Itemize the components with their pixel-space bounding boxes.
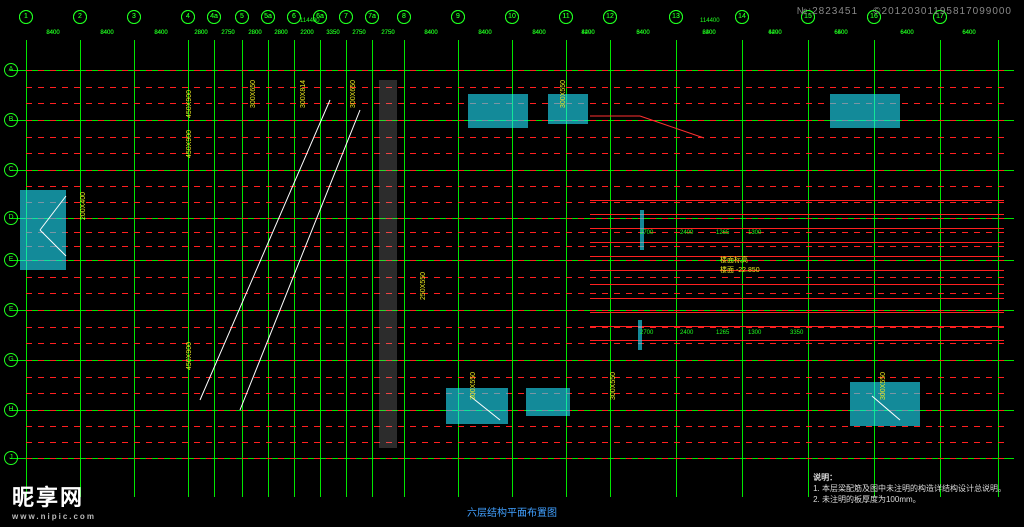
dimension-label: 6400 xyxy=(768,30,781,509)
dimension-label: 3350 xyxy=(326,30,339,509)
notes-heading: 说明： xyxy=(813,472,1006,483)
dimension-mid: 1300 xyxy=(748,330,761,336)
dimension-label: 2800 xyxy=(194,30,207,509)
beam-size-label: 300X550 xyxy=(470,372,477,400)
dimension-label: 6400 xyxy=(636,30,649,509)
beam-size-label: 300X550 xyxy=(880,372,887,400)
dimension-mid: 1265 xyxy=(716,330,729,336)
timestamp-overlay: №:2823451 ©20120301195817099000 xyxy=(797,6,1012,17)
beam-size-label: 300X650 xyxy=(350,80,357,108)
dimension-mid: 2700 xyxy=(640,330,653,336)
cad-floor-plan: 112233444a4a555a5a666a6a777a7a8899101011… xyxy=(0,0,1024,527)
dimension-label: 2800 xyxy=(274,30,287,509)
dimension-mid: 3350 xyxy=(790,330,803,336)
dimension-mid: 1300 xyxy=(748,230,761,236)
beam-size-label: 450X900 xyxy=(186,90,193,118)
timestamp-text: ©20120301195817099000 xyxy=(873,6,1012,17)
dimension-mid: 2400 xyxy=(680,230,693,236)
notes-block: 说明： 1. 本层梁配筋及图中未注明的构造详结构设计总说明。 2. 未注明的板厚… xyxy=(813,472,1006,505)
note-line-2: 2. 未注明的板厚度为100mm。 xyxy=(813,494,1006,505)
dimension-label: 8400 xyxy=(424,30,437,509)
watermark-url: www.nipic.com xyxy=(12,512,96,521)
dimension-label: 6400 xyxy=(962,30,975,509)
dimension-label: 2750 xyxy=(381,30,394,509)
dimension-mid: 2400 xyxy=(680,330,693,336)
dimension-mid: 2700 xyxy=(640,230,653,236)
dimension-label: 8400 xyxy=(581,30,594,509)
beam-size-label: 250X550 xyxy=(420,272,427,300)
dimension-label: 8400 xyxy=(532,30,545,509)
overall-span-dim: 114400 xyxy=(700,18,720,24)
overall-span-dim: 114400 xyxy=(300,18,320,24)
dimension-label: 8400 xyxy=(100,30,113,509)
dimension-mid: 1265 xyxy=(716,230,729,236)
dimension-label: 8400 xyxy=(154,30,167,509)
dimension-label: 2750 xyxy=(221,30,234,509)
dimension-label: 6400 xyxy=(702,30,715,509)
beam-size-label: 300X814 xyxy=(300,80,307,108)
beam-size-label: 450X900 xyxy=(186,130,193,158)
note-line-1: 1. 本层梁配筋及图中未注明的构造详结构设计总说明。 xyxy=(813,483,1006,494)
image-id-text: №:2823451 xyxy=(797,6,858,17)
dimension-label: 8400 xyxy=(46,30,59,509)
site-watermark: 昵享网 www.nipic.com xyxy=(12,480,96,521)
beam-size-label: 300X650 xyxy=(250,80,257,108)
elevation-note: 楼面标高 楼面 -22.850 xyxy=(720,255,760,275)
dimension-label: 6400 xyxy=(834,30,847,509)
beam-size-label: 300X550 xyxy=(610,372,617,400)
drawing-title: 六层结构平面布置图 xyxy=(467,504,557,519)
dimension-label: 8400 xyxy=(478,30,491,509)
dimension-label: 6400 xyxy=(900,30,913,509)
watermark-text: 昵享网 xyxy=(12,485,84,510)
beam-size-label: 300X550 xyxy=(560,80,567,108)
beam-size-label: 450X900 xyxy=(186,342,193,370)
beam-size-label: 200X400 xyxy=(80,192,87,220)
